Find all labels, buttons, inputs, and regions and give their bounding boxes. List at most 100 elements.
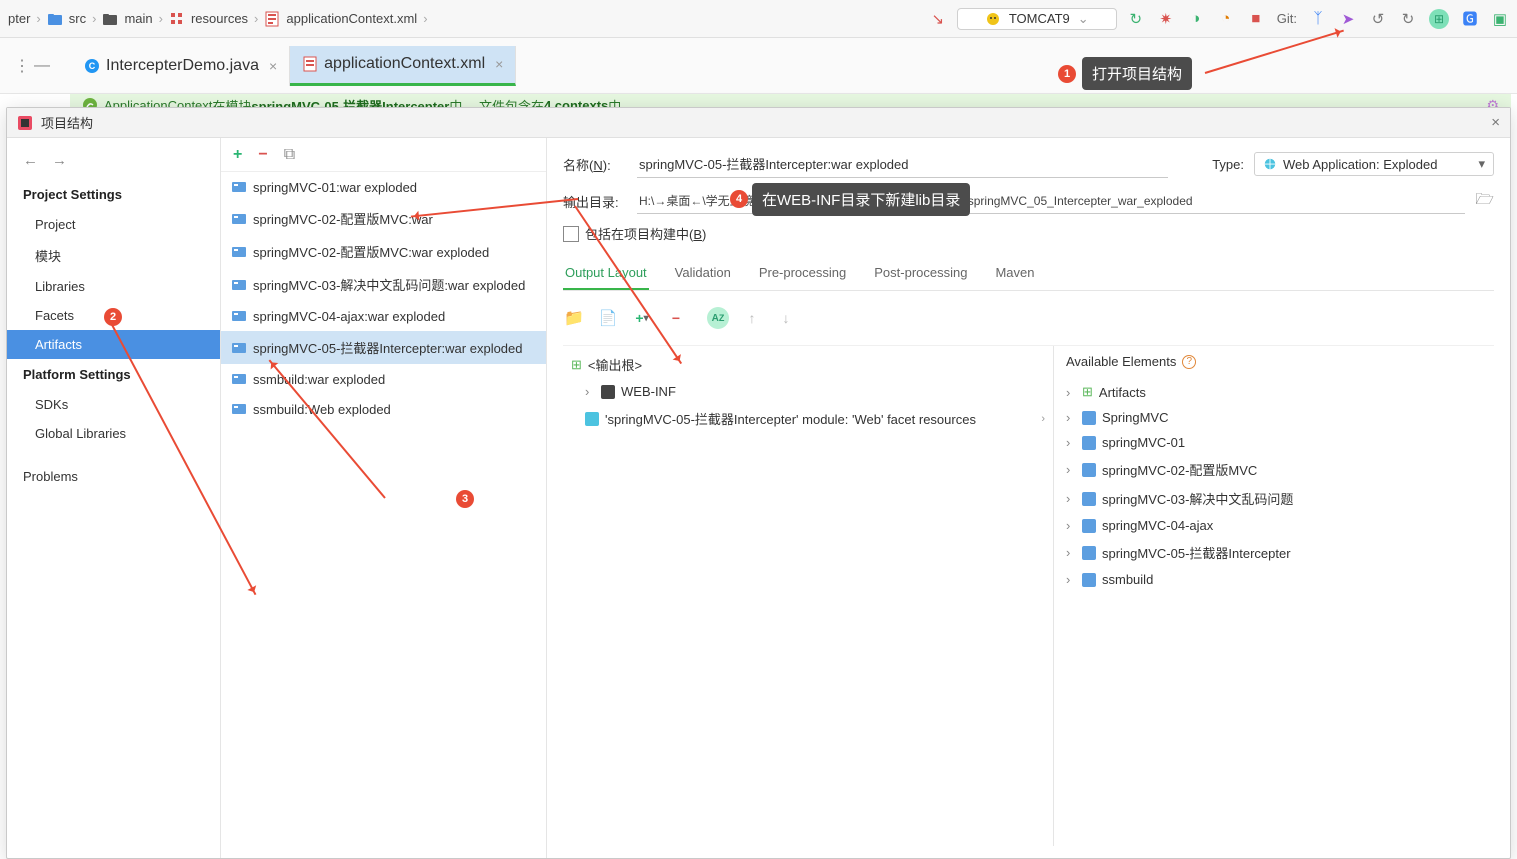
profile-icon[interactable]: ◔ bbox=[1217, 10, 1235, 28]
revert-icon[interactable]: ↻ bbox=[1399, 10, 1417, 28]
available-item-label: Artifacts bbox=[1099, 385, 1146, 400]
sort-icon[interactable]: AZ bbox=[707, 307, 729, 329]
breadcrumb-item[interactable]: main bbox=[124, 11, 152, 26]
run-config-select[interactable]: TOMCAT9 ⌄ bbox=[957, 8, 1117, 30]
chevron-right-icon: › bbox=[1066, 491, 1076, 506]
artifact-item[interactable]: springMVC-03-解决中文乱码问题:war exploded bbox=[221, 268, 546, 301]
available-item-artifacts[interactable]: ›⊞Artifacts bbox=[1058, 379, 1490, 405]
update-icon[interactable]: ↺ bbox=[1369, 10, 1387, 28]
nav-history: ← → bbox=[7, 148, 220, 179]
tree-webinf[interactable]: › WEB-INF bbox=[563, 379, 1053, 404]
available-item[interactable]: ›springMVC-03-解决中文乱码问题 bbox=[1058, 484, 1490, 513]
available-item[interactable]: ›springMVC-02-配置版MVC bbox=[1058, 455, 1490, 484]
run-icon[interactable]: ↻ bbox=[1127, 10, 1145, 28]
module-icon bbox=[1082, 546, 1096, 560]
detail-tabs: Output Layout Validation Pre-processing … bbox=[563, 257, 1494, 291]
nav-item-libraries[interactable]: Libraries bbox=[7, 272, 220, 301]
nav-item-artifacts[interactable]: Artifacts bbox=[7, 330, 220, 359]
close-icon[interactable]: × bbox=[269, 58, 277, 74]
close-icon[interactable]: × bbox=[1491, 114, 1500, 131]
module-icon bbox=[1082, 411, 1096, 425]
help-icon[interactable]: ? bbox=[1182, 355, 1196, 369]
chevron-right-icon: › bbox=[1066, 435, 1076, 450]
available-item-label: springMVC-04-ajax bbox=[1102, 518, 1213, 533]
project-structure-icon[interactable]: ⊞ bbox=[1429, 9, 1449, 29]
available-item[interactable]: ›ssmbuild bbox=[1058, 567, 1490, 592]
add-icon[interactable]: + bbox=[233, 146, 242, 164]
copy-icon[interactable]: ⧉ bbox=[284, 146, 295, 164]
available-item-label: springMVC-02-配置版MVC bbox=[1102, 460, 1257, 479]
tree-root-label: <输出根> bbox=[588, 355, 642, 374]
nav-item-project[interactable]: Project bbox=[7, 210, 220, 239]
build-icon[interactable]: ↘ bbox=[929, 10, 947, 28]
tomcat-icon bbox=[985, 11, 1001, 27]
coverage-icon[interactable]: ◑ bbox=[1187, 10, 1205, 28]
chevron-down-icon: ⌄ bbox=[1078, 11, 1089, 27]
layout-two-col: ⊞ <输出根> › WEB-INF 'springMVC-05-拦截器Inter… bbox=[563, 345, 1494, 846]
tab-maven[interactable]: Maven bbox=[993, 257, 1036, 290]
annotation-bubble-4: 在WEB-INF目录下新建lib目录 bbox=[752, 183, 970, 216]
more-icon[interactable]: ⋮ bbox=[12, 56, 32, 76]
module-icon bbox=[1082, 463, 1096, 477]
breadcrumb-root[interactable]: pter bbox=[8, 11, 30, 26]
breadcrumb-item[interactable]: src bbox=[69, 11, 86, 26]
breadcrumb: pter › src › main › resources › applicat… bbox=[8, 11, 428, 27]
forward-icon[interactable]: → bbox=[52, 152, 67, 169]
move-down-icon[interactable]: ↓ bbox=[775, 307, 797, 329]
output-tree: ⊞ <输出根> › WEB-INF 'springMVC-05-拦截器Inter… bbox=[563, 346, 1054, 846]
name-field[interactable]: springMVC-05-拦截器Intercepter:war exploded bbox=[637, 150, 1168, 178]
tab-label: applicationContext.xml bbox=[324, 55, 485, 73]
artifact-item[interactable]: springMVC-01:war exploded bbox=[221, 172, 546, 202]
tab-label: IntercepterDemo.java bbox=[106, 57, 259, 75]
nav-section-project-settings: Project Settings bbox=[7, 179, 220, 210]
browse-icon[interactable]: 🗁 bbox=[1475, 189, 1494, 214]
annotation-badge-4: 4 bbox=[730, 190, 748, 208]
available-item[interactable]: ›springMVC-04-ajax bbox=[1058, 513, 1490, 538]
tab-validation[interactable]: Validation bbox=[673, 257, 733, 290]
available-item[interactable]: ›springMVC-01 bbox=[1058, 430, 1490, 455]
toolbar-right: ↘ TOMCAT9 ⌄ ↻ ✷ ◑ ◔ ■ Git: ᛉ ➤ ↺ ↻ ⊞ 🅶 ▣ bbox=[929, 8, 1509, 30]
artifact-icon bbox=[231, 244, 247, 260]
tab-post-processing[interactable]: Post-processing bbox=[872, 257, 969, 290]
annotation-badge-2: 2 bbox=[104, 308, 122, 326]
available-item[interactable]: ›SpringMVC bbox=[1058, 405, 1490, 430]
collapse-icon[interactable]: — bbox=[32, 57, 52, 75]
branch-icon[interactable]: ᛉ bbox=[1309, 10, 1327, 28]
artifact-item[interactable]: springMVC-02-配置版MVC:war exploded bbox=[221, 235, 546, 268]
back-icon[interactable]: ← bbox=[23, 152, 38, 169]
annotation-badge-3: 3 bbox=[456, 490, 474, 508]
remove-icon[interactable]: − bbox=[665, 307, 687, 329]
include-build-checkbox[interactable] bbox=[563, 226, 579, 242]
remove-icon[interactable]: − bbox=[258, 146, 267, 164]
breadcrumb-item[interactable]: applicationContext.xml bbox=[286, 11, 417, 26]
artifact-item[interactable]: ssmbuild:Web exploded bbox=[221, 394, 546, 424]
debug-icon[interactable]: ✷ bbox=[1157, 10, 1175, 28]
breadcrumb-item[interactable]: resources bbox=[191, 11, 248, 26]
translate-icon[interactable]: 🅶 bbox=[1461, 10, 1479, 28]
nav-item-sdks[interactable]: SDKs bbox=[7, 390, 220, 419]
available-elements: Available Elements ? ›⊞Artifacts ›Spring… bbox=[1054, 346, 1494, 846]
tree-module-resource[interactable]: 'springMVC-05-拦截器Intercepter' module: 'W… bbox=[563, 404, 1053, 433]
xml-file-icon bbox=[302, 56, 318, 72]
tab-pre-processing[interactable]: Pre-processing bbox=[757, 257, 848, 290]
tab-intercepter-demo[interactable]: C IntercepterDemo.java × bbox=[72, 46, 290, 86]
artifact-label: ssmbuild:Web exploded bbox=[253, 402, 391, 417]
new-file-icon[interactable]: 📄 bbox=[597, 307, 619, 329]
module-icon bbox=[1082, 436, 1096, 450]
move-up-icon[interactable]: ↑ bbox=[741, 307, 763, 329]
root-icon: ⊞ bbox=[571, 357, 582, 373]
close-icon[interactable]: × bbox=[495, 56, 503, 72]
type-select[interactable]: Web Application: Exploded ▾ bbox=[1254, 152, 1494, 176]
stop-icon[interactable]: ■ bbox=[1247, 10, 1265, 28]
nav-item-modules[interactable]: 模块 bbox=[7, 239, 220, 272]
database-icon[interactable]: ▣ bbox=[1491, 10, 1509, 28]
include-build-label: 包括在项目构建中(B) bbox=[585, 224, 706, 243]
tab-output-layout[interactable]: Output Layout bbox=[563, 257, 649, 290]
new-folder-icon[interactable]: 📁 bbox=[563, 307, 585, 329]
nav-item-global-libraries[interactable]: Global Libraries bbox=[7, 419, 220, 448]
tab-application-context[interactable]: applicationContext.xml × bbox=[290, 46, 516, 86]
available-item[interactable]: ›springMVC-05-拦截器Intercepter bbox=[1058, 538, 1490, 567]
tree-root[interactable]: ⊞ <输出根> bbox=[563, 350, 1053, 379]
artifacts-toolbar: + − ⧉ bbox=[221, 138, 546, 172]
artifact-item[interactable]: springMVC-04-ajax:war exploded bbox=[221, 301, 546, 331]
